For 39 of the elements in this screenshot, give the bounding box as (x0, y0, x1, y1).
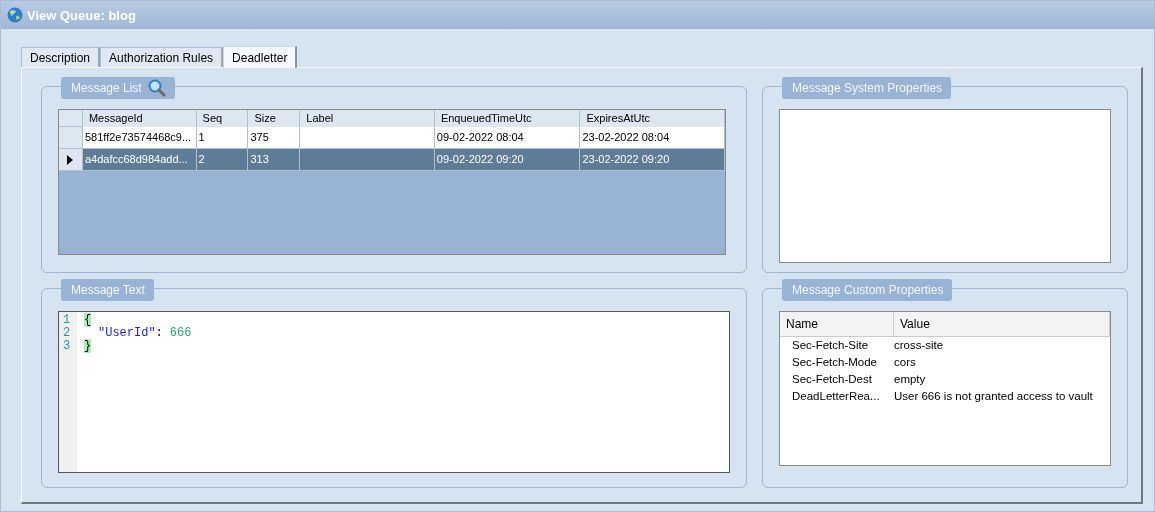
group-title: Message List (71, 81, 142, 95)
property-name: DeadLetterRea... (792, 390, 880, 402)
column-header[interactable]: Value (894, 312, 1110, 336)
property-value: cors (894, 356, 916, 368)
property-name: Sec-Fetch-Mode (792, 356, 877, 368)
group-title: Message Custom Properties (792, 283, 944, 297)
window-title: View Queue: blog (27, 7, 136, 23)
group-title: Message System Properties (792, 81, 943, 95)
group-title: Message Text (71, 283, 145, 297)
column-header[interactable]: Name (780, 312, 894, 336)
line-number: 1 (62, 314, 72, 327)
table-cell: 1 (198, 131, 205, 143)
code-editor[interactable]: 1 2 3 { "UserId": 666 } (58, 311, 730, 473)
table-cell: 313 (250, 153, 269, 165)
table-cell: 09-02-2022 08:04 (436, 131, 524, 143)
grid-row[interactable]: a4dafcc68d984add... 2 313 09-02-2022 09:20 23-02-2022 09:20 (59, 149, 725, 171)
table-cell: 23-02-2022 08:04 (582, 131, 670, 143)
property-value: User 666 is not granted access to vault (894, 390, 1093, 402)
tab[interactable]: Description (21, 47, 101, 67)
table-cell: 23-02-2022 09:20 (582, 153, 670, 165)
line-number: 3 (62, 340, 72, 353)
code-line: "UserId": 666 (97, 327, 192, 340)
globe-icon (7, 7, 23, 23)
property-value: empty (894, 373, 926, 385)
grid-row[interactable]: 581ff2e73574468c9... 1 375 09-02-2022 08:04 23-02-2022 08:04 (59, 127, 725, 149)
property-name: Sec-Fetch-Dest (792, 373, 872, 385)
property-value: cross-site (894, 339, 944, 351)
table-cell: 581ff2e73574468c9... (84, 131, 192, 143)
property-name: Sec-Fetch-Site (792, 339, 869, 351)
search-icon[interactable] (147, 79, 166, 97)
table-cell: 2 (198, 153, 205, 165)
row-header[interactable] (59, 149, 83, 171)
table-cell: a4dafcc68d984add... (84, 153, 188, 165)
current-row-icon (67, 154, 74, 165)
table-cell: 09-02-2022 09:20 (436, 153, 524, 165)
line-number: 2 (62, 327, 72, 340)
tab[interactable]: Authorization Rules (100, 47, 224, 67)
tab[interactable]: Deadletter (223, 46, 298, 68)
table-cell: 375 (250, 131, 269, 143)
